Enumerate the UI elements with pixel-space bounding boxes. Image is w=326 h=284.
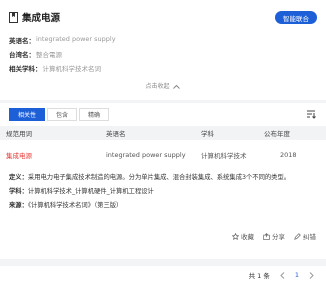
- discipline-path-label: 学科：: [9, 188, 28, 195]
- term-card: 集成电源 智能联合 英语名： integrated power supply 台…: [0, 0, 326, 100]
- tab-contains[interactable]: 包含: [47, 108, 78, 121]
- pagination-controls: 共 1 条 1: [249, 270, 314, 280]
- cell-discipline: 计算机科学技术: [201, 152, 247, 160]
- match-tabs: 相关性 包含 精确: [9, 108, 111, 121]
- term-actions: 收藏 分享 纠错: [223, 231, 316, 241]
- correct-label: 纠错: [303, 233, 316, 241]
- table-row[interactable]: 集成电源 integrated power supply 计算机科学技术 201…: [0, 149, 326, 161]
- cell-standard-term[interactable]: 集成电源: [6, 149, 32, 161]
- definition-line: 定义：采用电力电子集成技术制造的电源。分为单片集成、混合封装集成、系统集成3个不…: [9, 173, 314, 182]
- page-number[interactable]: 1: [295, 271, 299, 279]
- share-button[interactable]: 分享: [263, 231, 285, 241]
- results-card: 相关性 包含 精确 规范用词 英语名 学科 公布年度 集成电源 integrat…: [0, 103, 326, 259]
- prev-page-icon[interactable]: [280, 271, 285, 279]
- english-name-label: 英语名：: [9, 37, 35, 45]
- term-header: 集成电源: [9, 10, 60, 24]
- table-header: 规范用词 英语名 学科 公布年度: [0, 126, 326, 140]
- favorite-button[interactable]: 收藏: [232, 231, 254, 241]
- sort-icon[interactable]: [306, 109, 316, 119]
- discipline-value: 计算机科学技术名词: [42, 65, 102, 73]
- discipline-row: 相关学科： 计算机科学技术名词: [9, 63, 101, 73]
- taiwan-name-label: 台湾名：: [9, 51, 35, 59]
- discipline-path-line: 学科：计算机科学技术_计算机硬件_计算机工程设计: [9, 187, 314, 196]
- definition-label: 定义：: [9, 174, 28, 181]
- share-icon: [263, 232, 270, 240]
- share-label: 分享: [272, 233, 285, 241]
- book-icon: [9, 11, 18, 23]
- star-icon: [232, 232, 239, 240]
- source-label: 来源：: [9, 202, 28, 209]
- collapse-label: 点击收起: [145, 83, 170, 90]
- total-count: 共 1 条: [248, 272, 270, 280]
- smart-union-button[interactable]: 智能联合: [275, 11, 317, 24]
- header-standard-term: 规范用词: [6, 130, 32, 138]
- term-title: 集成电源: [22, 13, 61, 24]
- edit-icon: [294, 232, 301, 240]
- english-name-value: integrated power supply: [36, 35, 116, 43]
- cell-english-name: integrated power supply: [106, 151, 186, 159]
- pagination: 共 1 条 1: [0, 266, 326, 284]
- header-discipline: 学科: [201, 130, 214, 138]
- tab-exact[interactable]: 精确: [79, 108, 110, 121]
- definition-text: 采用电力电子集成技术制造的电源。分为单片集成、混合封装集成、系统集成3个不同的类…: [27, 174, 291, 181]
- header-english-name: 英语名: [106, 130, 126, 138]
- header-year: 公布年度: [264, 130, 290, 138]
- collapse-toggle[interactable]: 点击收起: [0, 81, 326, 90]
- taiwan-name-value: 整合電源: [36, 51, 62, 59]
- chevron-up-icon: [173, 84, 181, 89]
- english-name-row: 英语名： integrated power supply: [9, 35, 116, 45]
- tab-relevance[interactable]: 相关性: [9, 108, 46, 121]
- next-page-icon[interactable]: [309, 271, 314, 279]
- discipline-path-text: 计算机科学技术_计算机硬件_计算机工程设计: [27, 188, 154, 195]
- cell-year: 2018: [280, 151, 297, 159]
- favorite-label: 收藏: [241, 233, 254, 241]
- source-text: 《计算机科学技术名词》（第三版）: [27, 202, 123, 209]
- taiwan-name-row: 台湾名： 整合電源: [9, 49, 62, 59]
- discipline-label: 相关学科：: [9, 65, 42, 73]
- correct-button[interactable]: 纠错: [294, 231, 316, 241]
- source-line: 来源：《计算机科学技术名词》（第三版）: [9, 201, 314, 210]
- term-detail: 定义：采用电力电子集成技术制造的电源。分为单片集成、混合封装集成、系统集成3个不…: [9, 173, 314, 215]
